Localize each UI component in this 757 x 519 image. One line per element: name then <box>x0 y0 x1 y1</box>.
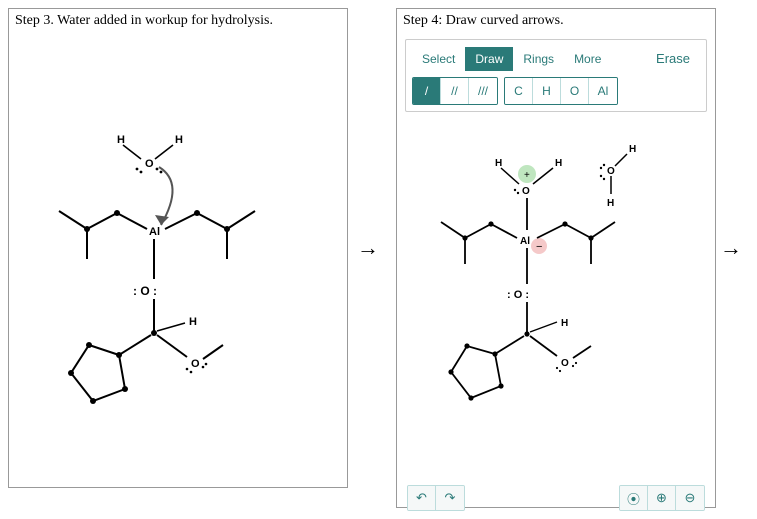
step3-title: Step 3. Water added in workup for hydrol… <box>9 9 347 33</box>
label-o: O <box>145 158 154 170</box>
erase-button[interactable]: Erase <box>646 46 700 71</box>
label-o-lonepair: : O : <box>507 289 529 301</box>
step3-panel: Step 3. Water added in workup for hydrol… <box>8 8 348 488</box>
atom-al-button[interactable]: Al <box>589 78 617 104</box>
single-bond-button[interactable]: / <box>413 78 441 104</box>
label-minus: − <box>536 241 542 253</box>
atom-h-button[interactable]: H <box>533 78 561 104</box>
tab-draw[interactable]: Draw <box>465 47 513 71</box>
label-plus: + <box>524 170 530 181</box>
label-o: O <box>561 358 569 369</box>
double-bond-button[interactable]: // <box>441 78 469 104</box>
label-h: H <box>629 144 636 155</box>
tab-select[interactable]: Select <box>412 47 465 71</box>
undo-button[interactable]: ↶ <box>408 486 436 510</box>
triple-bond-button[interactable]: /// <box>469 78 497 104</box>
drawing-toolbar: Select Draw Rings More Erase / // /// C … <box>405 39 707 112</box>
label-h: H <box>561 318 568 329</box>
tab-rings[interactable]: Rings <box>513 47 564 71</box>
reaction-arrow: → <box>348 8 388 488</box>
label-o-lonepair: : O : <box>133 284 157 298</box>
zoom-in-button[interactable]: ⊕ <box>648 486 676 510</box>
redo-button[interactable]: ↷ <box>436 486 464 510</box>
label-o: O <box>607 166 615 177</box>
label-h: H <box>189 316 197 328</box>
label-al: Al <box>520 236 530 247</box>
tab-more[interactable]: More <box>564 47 611 71</box>
atom-o-button[interactable]: O <box>561 78 589 104</box>
zoom-fit-button[interactable]: ⦿ <box>620 486 648 510</box>
label-h: H <box>117 134 125 146</box>
bond-group: / // /// <box>412 77 498 105</box>
label-h: H <box>495 158 502 169</box>
label-h: H <box>175 134 183 146</box>
label-al: Al <box>149 226 160 238</box>
step4-structure: H H + O H O H Al − <box>397 116 697 476</box>
step3-structure: H H O Al <box>9 33 347 483</box>
label-o: O <box>191 358 200 370</box>
label-h: H <box>555 158 562 169</box>
atom-group: C H O Al <box>504 77 618 105</box>
label-o: O <box>522 186 530 197</box>
zoom-out-button[interactable]: ⊖ <box>676 486 704 510</box>
atom-c-button[interactable]: C <box>505 78 533 104</box>
reaction-arrow-2: → <box>716 8 746 488</box>
step4-panel: Step 4: Draw curved arrows. Select Draw … <box>396 8 716 508</box>
step4-title: Step 4: Draw curved arrows. <box>397 9 715 33</box>
drawing-canvas[interactable]: H H + O H O H Al − <box>397 116 715 479</box>
bottom-toolbar: ↶ ↷ ⦿ ⊕ ⊖ <box>397 479 715 519</box>
label-h: H <box>607 198 614 209</box>
